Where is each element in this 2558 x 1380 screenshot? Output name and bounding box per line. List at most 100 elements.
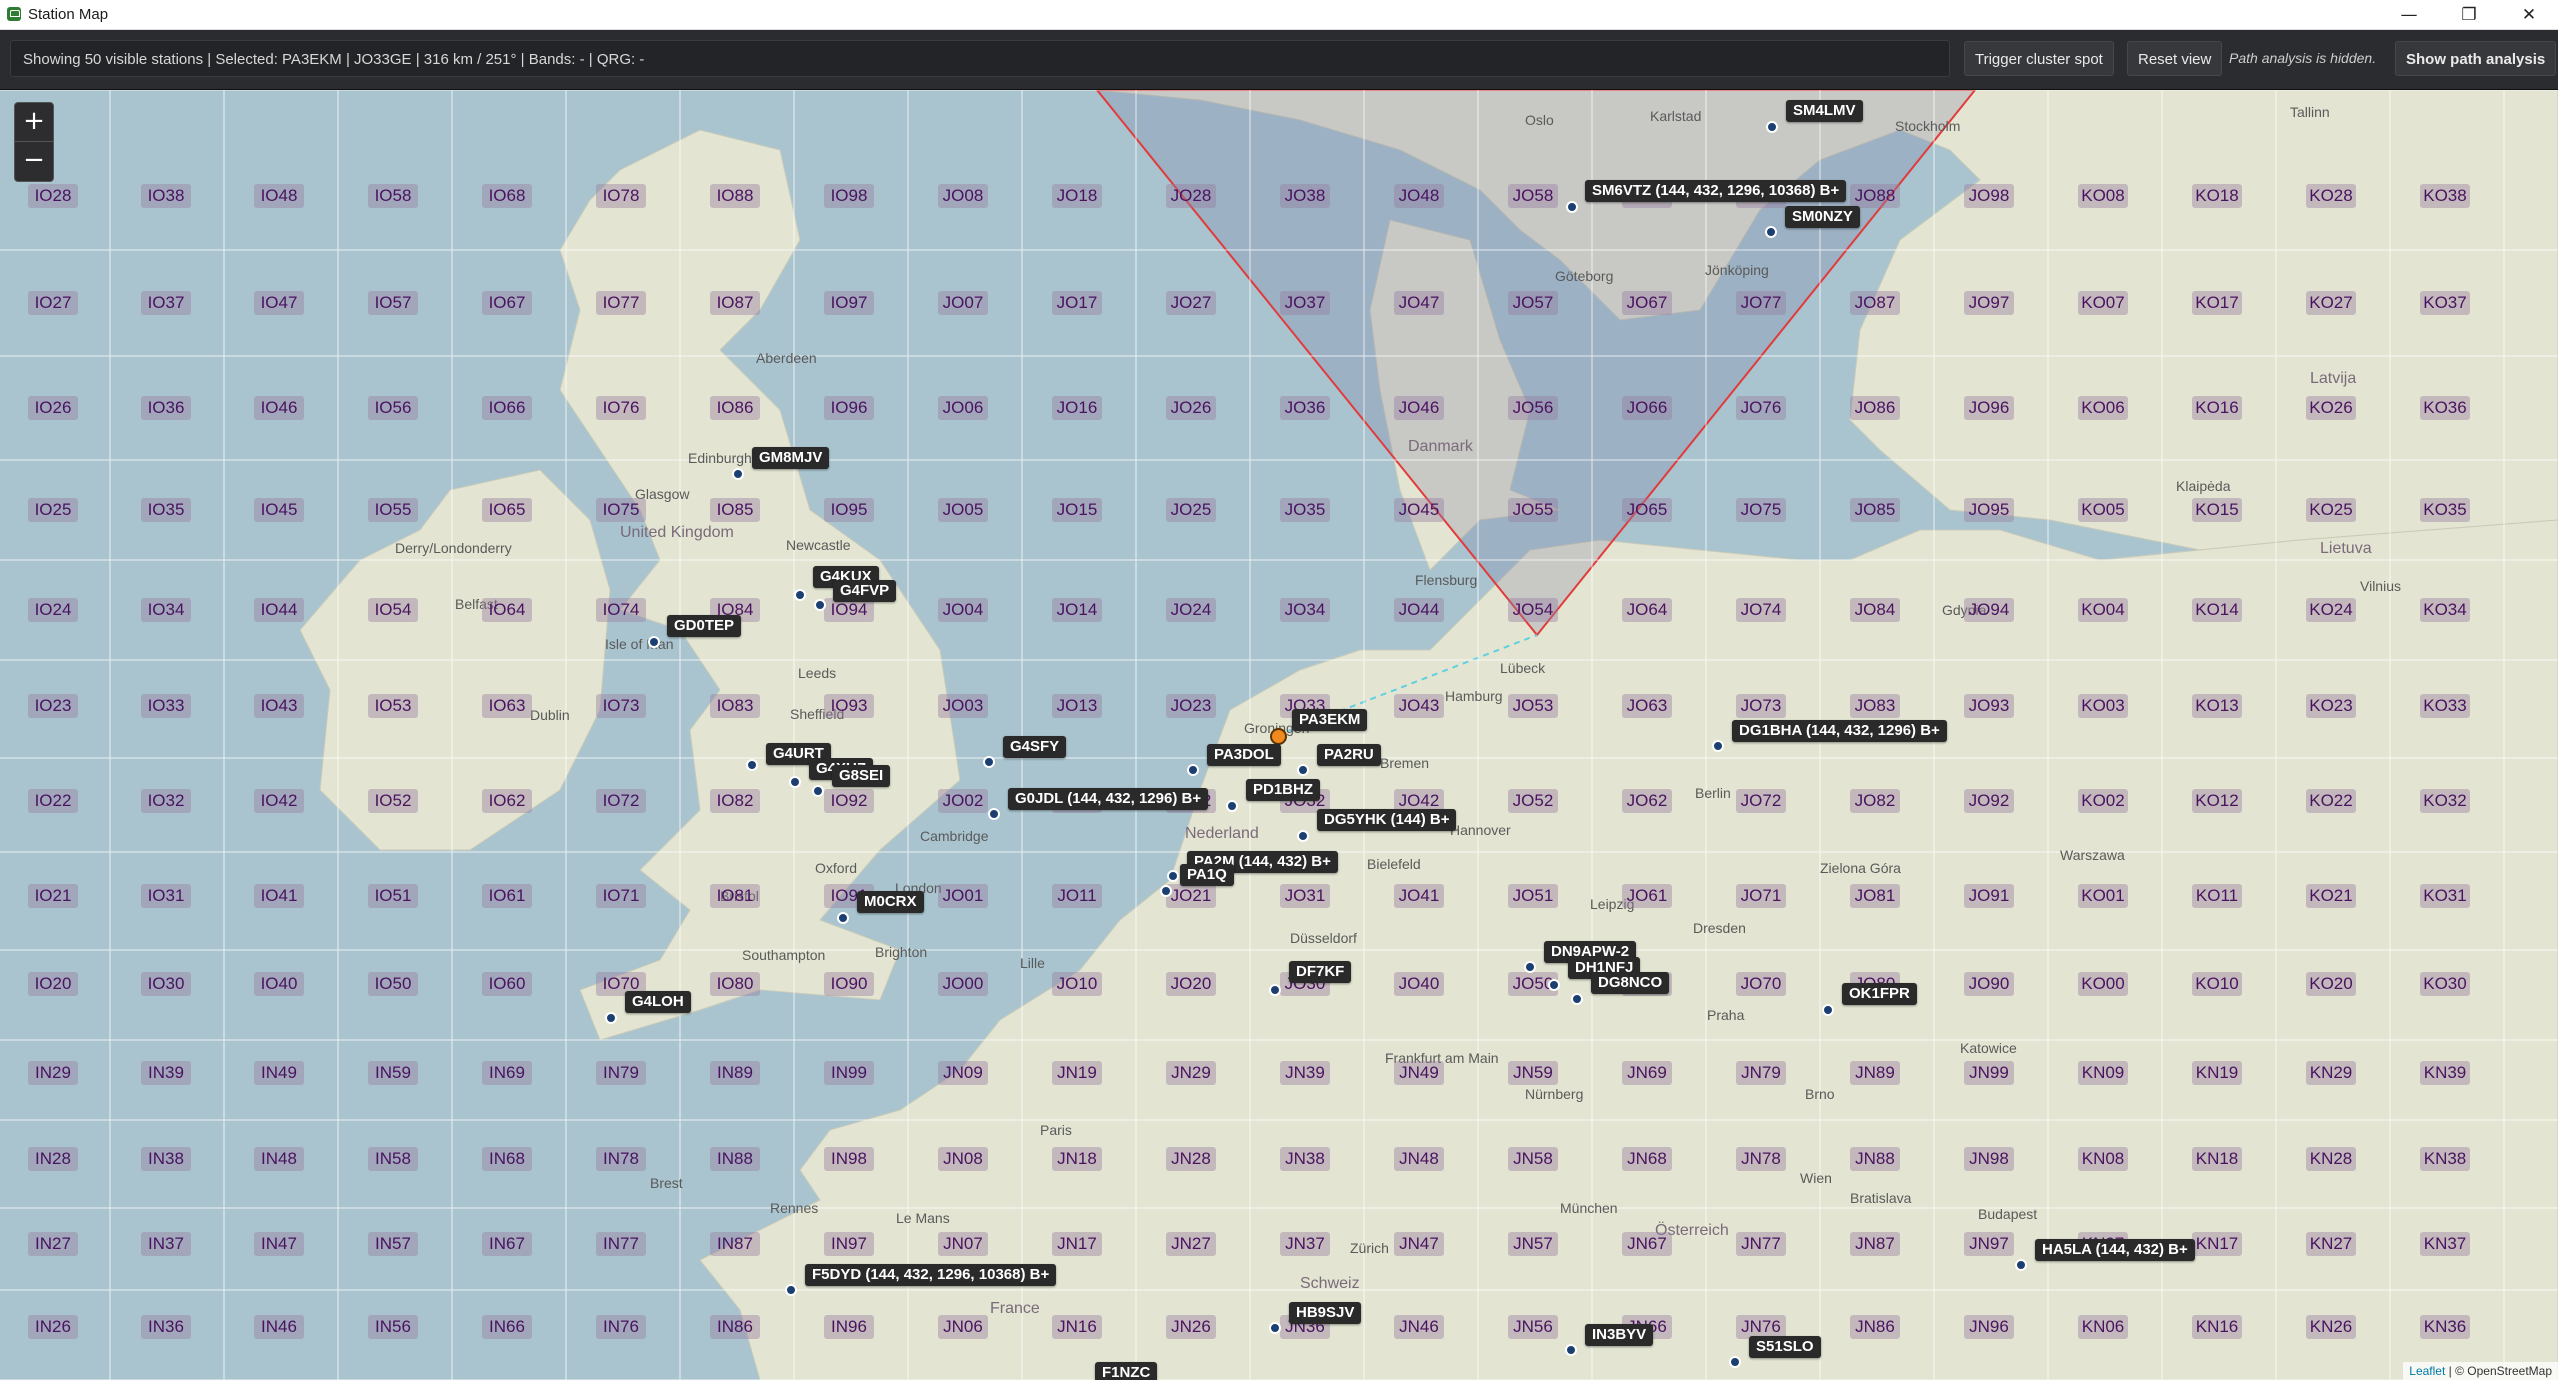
grid-square-label: IO23 xyxy=(28,694,78,718)
reset-view-button[interactable]: Reset view xyxy=(2127,41,2223,76)
station-label[interactable]: PA2RU xyxy=(1317,744,1381,766)
station-marker[interactable] xyxy=(1548,979,1560,991)
grid-square-label: JO86 xyxy=(1850,396,1900,420)
osm-attribution[interactable]: | © OpenStreetMap xyxy=(2449,1364,2552,1378)
station-marker[interactable] xyxy=(983,756,995,768)
station-marker[interactable] xyxy=(605,1012,617,1024)
station-marker[interactable] xyxy=(1187,764,1199,776)
station-marker[interactable] xyxy=(1524,961,1536,973)
station-label[interactable]: DG8NCO xyxy=(1591,972,1670,994)
zoom-out-button[interactable]: − xyxy=(15,142,53,180)
minimize-button[interactable]: — xyxy=(2380,0,2438,29)
station-marker[interactable] xyxy=(1565,1344,1577,1356)
station-label[interactable]: M0CRX xyxy=(857,891,924,913)
station-marker[interactable] xyxy=(837,912,849,924)
beam-sector xyxy=(1095,90,1977,637)
station-marker[interactable] xyxy=(1269,727,1287,745)
station-marker[interactable] xyxy=(1822,1004,1834,1016)
station-label[interactable]: G4FVP xyxy=(833,580,897,602)
grid-square-label: IN88 xyxy=(710,1147,760,1171)
station-label[interactable]: SM4LMV xyxy=(1786,100,1863,122)
station-marker[interactable] xyxy=(746,759,758,771)
station-label[interactable]: PD1BHZ xyxy=(1246,779,1321,801)
station-marker[interactable] xyxy=(794,589,806,601)
station-marker[interactable] xyxy=(789,776,801,788)
station-label[interactable]: SM6VTZ (144, 432, 1296, 10368) B+ xyxy=(1585,180,1847,202)
station-marker[interactable] xyxy=(1571,993,1583,1005)
status-text: Showing 50 visible stations | Selected: … xyxy=(10,40,1950,77)
station-label[interactable]: S51SLO xyxy=(1749,1336,1821,1358)
grid-square-label: JO11 xyxy=(1052,884,1102,908)
station-map[interactable]: Oslo Karlstad Stockholm Tallinn Göteborg Jönk… xyxy=(0,90,2558,1380)
station-label[interactable]: DF7KF xyxy=(1289,961,1352,983)
station-label[interactable]: HA5LA (144, 432) B+ xyxy=(2035,1239,2195,1261)
station-marker[interactable] xyxy=(1729,1356,1741,1368)
grid-square-label: JO62 xyxy=(1622,789,1672,813)
station-marker[interactable] xyxy=(732,468,744,480)
station-marker[interactable] xyxy=(1297,764,1309,776)
station-label[interactable]: DG5YHK (144) B+ xyxy=(1317,809,1457,831)
grid-square-label: KO01 xyxy=(2078,884,2128,908)
station-marker[interactable] xyxy=(1297,830,1309,842)
show-path-analysis-button[interactable]: Show path analysis xyxy=(2395,41,2557,76)
grid-square-label: JO10 xyxy=(1052,972,1102,996)
place-label: Jönköping xyxy=(1705,262,1769,278)
station-marker[interactable] xyxy=(1269,1322,1281,1334)
station-label[interactable]: HB9SJV xyxy=(1289,1302,1362,1324)
grid-square-label: KN06 xyxy=(2078,1315,2128,1339)
station-marker[interactable] xyxy=(785,1284,797,1296)
path-analysis-note: Path analysis is hidden. xyxy=(2229,50,2377,66)
station-label[interactable]: IN3BYV xyxy=(1585,1324,1654,1346)
station-marker[interactable] xyxy=(2015,1259,2027,1271)
station-marker[interactable] xyxy=(1712,740,1724,752)
station-label[interactable]: F5DYD (144, 432, 1296, 10368) B+ xyxy=(805,1264,1057,1286)
station-label[interactable]: PA1Q xyxy=(1180,864,1234,886)
station-marker[interactable] xyxy=(988,808,1000,820)
station-label[interactable]: GM8MJV xyxy=(752,447,830,469)
grid-square-label: KO23 xyxy=(2306,694,2356,718)
grid-square-label: IO34 xyxy=(141,598,191,622)
grid-square-label: KN19 xyxy=(2192,1061,2242,1085)
grid-square-label: IO87 xyxy=(710,291,760,315)
leaflet-link[interactable]: Leaflet xyxy=(2409,1364,2445,1378)
grid-square-label: JO76 xyxy=(1736,396,1786,420)
grid-square-label: IN79 xyxy=(596,1061,646,1085)
station-label[interactable]: F1NZC xyxy=(1095,1362,1158,1380)
station-marker[interactable] xyxy=(814,599,826,611)
station-label[interactable]: G0JDL (144, 432, 1296) B+ xyxy=(1008,788,1209,810)
station-marker[interactable] xyxy=(1766,121,1778,133)
station-marker[interactable] xyxy=(1269,984,1281,996)
station-marker[interactable] xyxy=(1167,870,1179,882)
station-label[interactable]: OK1FPR xyxy=(1842,983,1917,1005)
station-label[interactable]: G8SEI xyxy=(832,765,891,787)
station-label[interactable]: GD0TEP xyxy=(667,615,742,637)
station-marker[interactable] xyxy=(1765,226,1777,238)
grid-square-label: IO81 xyxy=(710,884,760,908)
zoom-in-button[interactable]: + xyxy=(15,103,53,142)
place-label: United Kingdom xyxy=(620,524,734,541)
station-label[interactable]: PA3DOL xyxy=(1207,744,1281,766)
trigger-cluster-spot-button[interactable]: Trigger cluster spot xyxy=(1964,41,2114,76)
grid-square-label: KN38 xyxy=(2420,1147,2470,1171)
close-button[interactable]: ✕ xyxy=(2500,0,2558,29)
place-label: Aberdeen xyxy=(756,350,817,366)
station-marker[interactable] xyxy=(1566,201,1578,213)
station-marker[interactable] xyxy=(648,636,660,648)
station-label[interactable]: G4SFY xyxy=(1003,736,1067,758)
grid-square-label: IN26 xyxy=(28,1315,78,1339)
station-marker[interactable] xyxy=(1226,800,1238,812)
grid-square-label: JO97 xyxy=(1964,291,2014,315)
grid-square-label: JO38 xyxy=(1280,184,1330,208)
station-label[interactable]: DG1BHA (144, 432, 1296) B+ xyxy=(1732,720,1947,742)
grid-square-label: IO76 xyxy=(596,396,646,420)
station-label[interactable]: PA3EKM xyxy=(1292,709,1368,731)
grid-square-label: IN97 xyxy=(824,1232,874,1256)
grid-square-label: IO92 xyxy=(824,789,874,813)
maximize-button[interactable]: ❐ xyxy=(2440,0,2498,29)
grid-square-label: IO48 xyxy=(254,184,304,208)
station-marker[interactable] xyxy=(812,785,824,797)
station-label[interactable]: SM0NZY xyxy=(1785,206,1860,228)
station-label[interactable]: G4LOH xyxy=(625,991,691,1013)
station-marker[interactable] xyxy=(1160,885,1172,897)
grid-square-label: JO14 xyxy=(1052,598,1102,622)
